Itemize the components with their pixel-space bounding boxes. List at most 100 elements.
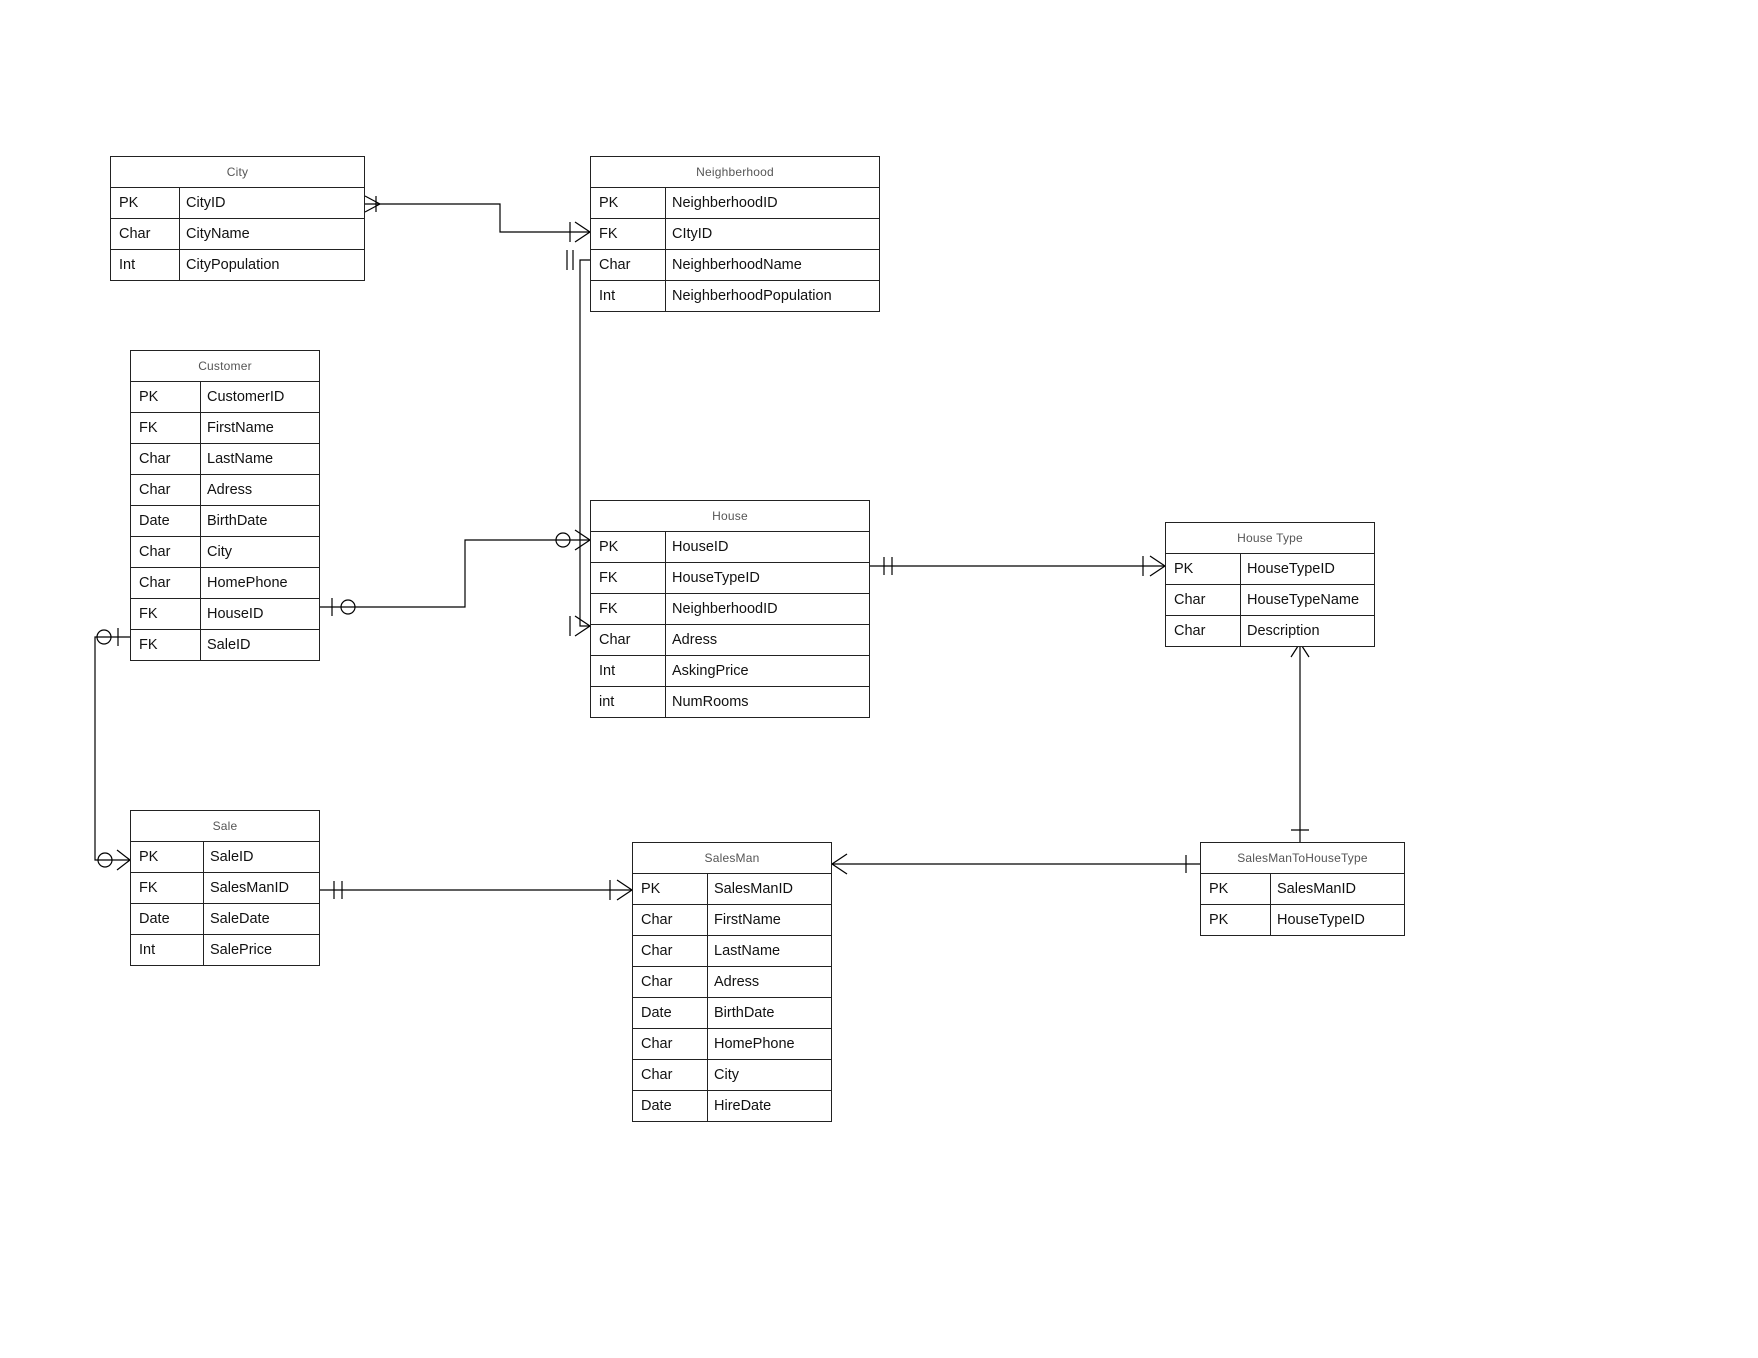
attr-key: Int (111, 250, 180, 281)
attr-name: Description (1241, 616, 1375, 647)
attr-name: HouseTypeID (666, 563, 870, 594)
attr-name: BirthDate (708, 998, 832, 1029)
er-diagram-canvas: City PKCityID CharCityName IntCityPopula… (0, 0, 1758, 1358)
attr-key: PK (1201, 905, 1271, 936)
entity-neighberhood: Neighberhood PKNeighberhoodID FKCItyID C… (590, 156, 880, 312)
attr-name: SalePrice (204, 935, 320, 966)
attr-key: PK (633, 874, 708, 905)
attr-name: SalesManID (204, 873, 320, 904)
attr-name: SaleDate (204, 904, 320, 935)
attr-name: HouseTypeName (1241, 585, 1375, 616)
entity-attributes: PKCustomerID FKFirstName CharLastName Ch… (131, 382, 319, 660)
attr-name: City (201, 537, 320, 568)
attr-name: CityName (180, 219, 365, 250)
entity-salesman-to-housetype: SalesManToHouseType PKSalesManID PKHouse… (1200, 842, 1405, 936)
entity-title: SalesMan (633, 843, 831, 874)
entity-title: Sale (131, 811, 319, 842)
attr-key: Int (591, 656, 666, 687)
attr-key: Date (131, 904, 204, 935)
attr-key: Char (633, 936, 708, 967)
attr-name: HouseID (201, 599, 320, 630)
attr-key: FK (131, 413, 201, 444)
entity-title: SalesManToHouseType (1201, 843, 1404, 874)
attr-key: PK (591, 188, 666, 219)
entity-house: House PKHouseID FKHouseTypeID FKNeighber… (590, 500, 870, 718)
attr-name: NumRooms (666, 687, 870, 718)
entity-house-type: House Type PKHouseTypeID CharHouseTypeNa… (1165, 522, 1375, 647)
attr-key: PK (1201, 874, 1271, 905)
attr-key: Char (633, 1029, 708, 1060)
attr-key: Date (633, 998, 708, 1029)
attr-key: Char (131, 444, 201, 475)
attr-key: FK (591, 219, 666, 250)
attr-name: NeighberhoodID (666, 594, 870, 625)
attr-key: FK (591, 594, 666, 625)
entity-attributes: PKHouseID FKHouseTypeID FKNeighberhoodID… (591, 532, 869, 717)
attr-key: Char (633, 905, 708, 936)
entity-attributes: PKSalesManID PKHouseTypeID (1201, 874, 1404, 935)
attr-name: HomePhone (201, 568, 320, 599)
entity-title: Neighberhood (591, 157, 879, 188)
entity-attributes: PKNeighberhoodID FKCItyID CharNeighberho… (591, 188, 879, 311)
attr-key: Char (591, 250, 666, 281)
entity-title: Customer (131, 351, 319, 382)
entity-title: House (591, 501, 869, 532)
attr-name: NeighberhoodName (666, 250, 880, 281)
attr-key: Char (131, 568, 201, 599)
attr-name: SalesManID (708, 874, 832, 905)
entity-salesman: SalesMan PKSalesManID CharFirstName Char… (632, 842, 832, 1122)
attr-key: PK (591, 532, 666, 563)
attr-name: FirstName (201, 413, 320, 444)
attr-name: LastName (201, 444, 320, 475)
attr-key: PK (131, 842, 204, 873)
attr-name: CityID (180, 188, 365, 219)
attr-name: City (708, 1060, 832, 1091)
entity-attributes: PKHouseTypeID CharHouseTypeName CharDesc… (1166, 554, 1374, 646)
entity-title: City (111, 157, 364, 188)
attr-key: FK (131, 599, 201, 630)
attr-key: PK (1166, 554, 1241, 585)
attr-key: Int (591, 281, 666, 312)
attr-key: PK (131, 382, 201, 413)
attr-key: Int (131, 935, 204, 966)
attr-name: BirthDate (201, 506, 320, 537)
attr-name: Adress (666, 625, 870, 656)
attr-name: Adress (201, 475, 320, 506)
attr-name: NeighberhoodPopulation (666, 281, 880, 312)
attr-name: FirstName (708, 905, 832, 936)
attr-key: Char (111, 219, 180, 250)
attr-name: NeighberhoodID (666, 188, 880, 219)
attr-name: HouseTypeID (1271, 905, 1405, 936)
attr-name: HouseID (666, 532, 870, 563)
attr-name: CustomerID (201, 382, 320, 413)
entity-attributes: PKCityID CharCityName IntCityPopulation (111, 188, 364, 280)
attr-name: AskingPrice (666, 656, 870, 687)
attr-key: int (591, 687, 666, 718)
attr-name: SalesManID (1271, 874, 1405, 905)
attr-key: Char (633, 967, 708, 998)
attr-key: Char (633, 1060, 708, 1091)
attr-name: SaleID (204, 842, 320, 873)
entity-sale: Sale PKSaleID FKSalesManID DateSaleDate … (130, 810, 320, 966)
entity-attributes: PKSaleID FKSalesManID DateSaleDate IntSa… (131, 842, 319, 965)
entity-attributes: PKSalesManID CharFirstName CharLastName … (633, 874, 831, 1121)
attr-key: PK (111, 188, 180, 219)
attr-key: FK (131, 873, 204, 904)
attr-key: Char (1166, 616, 1241, 647)
entity-title: House Type (1166, 523, 1374, 554)
attr-key: Date (131, 506, 201, 537)
attr-name: LastName (708, 936, 832, 967)
attr-key: FK (131, 630, 201, 661)
attr-name: SaleID (201, 630, 320, 661)
attr-key: Char (131, 537, 201, 568)
attr-name: HomePhone (708, 1029, 832, 1060)
entity-city: City PKCityID CharCityName IntCityPopula… (110, 156, 365, 281)
attr-name: Adress (708, 967, 832, 998)
attr-name: HireDate (708, 1091, 832, 1122)
attr-key: Char (591, 625, 666, 656)
attr-key: Char (1166, 585, 1241, 616)
attr-name: HouseTypeID (1241, 554, 1375, 585)
attr-name: CityPopulation (180, 250, 365, 281)
attr-key: Date (633, 1091, 708, 1122)
attr-key: FK (591, 563, 666, 594)
